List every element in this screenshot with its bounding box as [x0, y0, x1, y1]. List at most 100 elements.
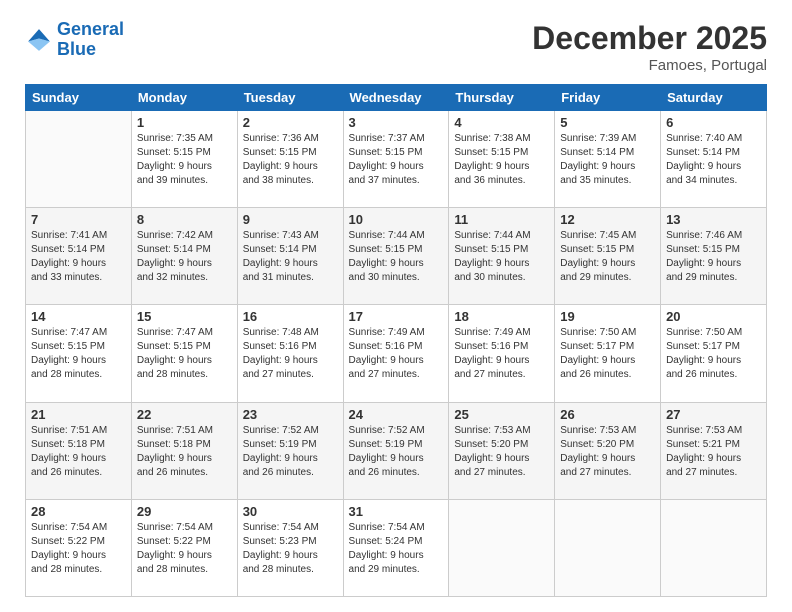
day-info: Sunrise: 7:43 AM Sunset: 5:14 PM Dayligh…	[243, 229, 338, 285]
calendar-cell: 31 Sunrise: 7:54 AM Sunset: 5:24 PM Dayli…	[343, 499, 449, 596]
calendar-cell: 17Sunrise: 7:49 AM Sunset: 5:16 PM Dayli…	[343, 305, 449, 402]
calendar-cell: 8Sunrise: 7:42 AM Sunset: 5:14 PM Daylig…	[131, 208, 237, 305]
day-info: Sunrise: 7:50 AM Sunset: 5:17 PM Dayligh…	[560, 326, 655, 382]
day-number: 29	[137, 504, 232, 519]
header: General Blue December 2025 Famoes, Portu…	[25, 20, 767, 74]
calendar-header-cell: Thursday	[449, 85, 555, 111]
calendar-header-cell: Friday	[555, 85, 661, 111]
calendar-cell: 16Sunrise: 7:48 AM Sunset: 5:16 PM Dayli…	[237, 305, 343, 402]
calendar-table: SundayMondayTuesdayWednesdayThursdayFrid…	[25, 84, 767, 597]
day-number: 28	[31, 504, 126, 519]
day-number: 30	[243, 504, 338, 519]
logo-text: General Blue	[57, 20, 124, 60]
title-block: December 2025 Famoes, Portugal	[532, 20, 767, 74]
day-number: 27	[666, 407, 761, 422]
calendar-cell: 18Sunrise: 7:49 AM Sunset: 5:16 PM Dayli…	[449, 305, 555, 402]
day-number: 31	[349, 504, 444, 519]
day-info: Sunrise: 7:53 AM Sunset: 5:20 PM Dayligh…	[454, 424, 549, 480]
calendar-row: 14 Sunrise: 7:47 AM Sunset: 5:15 PM Dayli…	[26, 305, 767, 402]
calendar-cell: 13 Sunrise: 7:46 AM Sunset: 5:15 PM Dayli…	[661, 208, 767, 305]
logo-line2: Blue	[57, 39, 96, 59]
calendar-cell: 10Sunrise: 7:44 AM Sunset: 5:15 PM Dayli…	[343, 208, 449, 305]
calendar-cell: 27 Sunrise: 7:53 AM Sunset: 5:21 PM Dayli…	[661, 402, 767, 499]
calendar-cell: 2 Sunrise: 7:36 AM Sunset: 5:15 PM Daylig…	[237, 111, 343, 208]
day-info: Sunrise: 7:54 AM Sunset: 5:22 PM Dayligh…	[31, 521, 126, 577]
day-number: 7	[31, 212, 126, 227]
day-info: Sunrise: 7:50 AM Sunset: 5:17 PM Dayligh…	[666, 326, 761, 382]
calendar-cell: 28 Sunrise: 7:54 AM Sunset: 5:22 PM Dayli…	[26, 499, 132, 596]
day-info: Sunrise: 7:38 AM Sunset: 5:15 PM Dayligh…	[454, 132, 549, 188]
day-number: 19	[560, 309, 655, 324]
day-info: Sunrise: 7:37 AM Sunset: 5:15 PM Dayligh…	[349, 132, 444, 188]
calendar-cell: 11 Sunrise: 7:44 AM Sunset: 5:15 PM Dayli…	[449, 208, 555, 305]
calendar-cell: 20Sunrise: 7:50 AM Sunset: 5:17 PM Dayli…	[661, 305, 767, 402]
calendar-cell: 19 Sunrise: 7:50 AM Sunset: 5:17 PM Dayli…	[555, 305, 661, 402]
calendar-cell	[26, 111, 132, 208]
day-number: 11	[454, 212, 549, 227]
day-info: Sunrise: 7:46 AM Sunset: 5:15 PM Dayligh…	[666, 229, 761, 285]
day-info: Sunrise: 7:39 AM Sunset: 5:14 PM Dayligh…	[560, 132, 655, 188]
calendar-header-cell: Sunday	[26, 85, 132, 111]
calendar-row: 28 Sunrise: 7:54 AM Sunset: 5:22 PM Dayli…	[26, 499, 767, 596]
calendar-cell: 1 Sunrise: 7:35 AM Sunset: 5:15 PM Daylig…	[131, 111, 237, 208]
day-number: 4	[454, 115, 549, 130]
calendar-cell: 6Sunrise: 7:40 AM Sunset: 5:14 PM Daylig…	[661, 111, 767, 208]
day-number: 18	[454, 309, 549, 324]
day-info: Sunrise: 7:48 AM Sunset: 5:16 PM Dayligh…	[243, 326, 338, 382]
day-number: 10	[349, 212, 444, 227]
calendar-cell: 4 Sunrise: 7:38 AM Sunset: 5:15 PM Daylig…	[449, 111, 555, 208]
day-info: Sunrise: 7:53 AM Sunset: 5:20 PM Dayligh…	[560, 424, 655, 480]
calendar-cell: 7 Sunrise: 7:41 AM Sunset: 5:14 PM Daylig…	[26, 208, 132, 305]
logo-line1: General	[57, 19, 124, 39]
day-number: 21	[31, 407, 126, 422]
day-info: Sunrise: 7:47 AM Sunset: 5:15 PM Dayligh…	[137, 326, 232, 382]
calendar-cell: 26 Sunrise: 7:53 AM Sunset: 5:20 PM Dayli…	[555, 402, 661, 499]
calendar-cell: 30Sunrise: 7:54 AM Sunset: 5:23 PM Dayli…	[237, 499, 343, 596]
calendar-cell: 24Sunrise: 7:52 AM Sunset: 5:19 PM Dayli…	[343, 402, 449, 499]
day-info: Sunrise: 7:41 AM Sunset: 5:14 PM Dayligh…	[31, 229, 126, 285]
calendar-cell: 23 Sunrise: 7:52 AM Sunset: 5:19 PM Dayli…	[237, 402, 343, 499]
day-info: Sunrise: 7:52 AM Sunset: 5:19 PM Dayligh…	[243, 424, 338, 480]
day-number: 13	[666, 212, 761, 227]
day-number: 15	[137, 309, 232, 324]
day-info: Sunrise: 7:54 AM Sunset: 5:22 PM Dayligh…	[137, 521, 232, 577]
day-info: Sunrise: 7:53 AM Sunset: 5:21 PM Dayligh…	[666, 424, 761, 480]
day-number: 14	[31, 309, 126, 324]
day-info: Sunrise: 7:35 AM Sunset: 5:15 PM Dayligh…	[137, 132, 232, 188]
calendar-cell: 22Sunrise: 7:51 AM Sunset: 5:18 PM Dayli…	[131, 402, 237, 499]
calendar-row: 21 Sunrise: 7:51 AM Sunset: 5:18 PM Dayli…	[26, 402, 767, 499]
day-number: 6	[666, 115, 761, 130]
calendar-cell	[449, 499, 555, 596]
day-number: 26	[560, 407, 655, 422]
calendar-row: 1 Sunrise: 7:35 AM Sunset: 5:15 PM Daylig…	[26, 111, 767, 208]
logo-icon	[25, 26, 53, 54]
calendar-cell: 12Sunrise: 7:45 AM Sunset: 5:15 PM Dayli…	[555, 208, 661, 305]
calendar-cell: 14 Sunrise: 7:47 AM Sunset: 5:15 PM Dayli…	[26, 305, 132, 402]
day-info: Sunrise: 7:42 AM Sunset: 5:14 PM Dayligh…	[137, 229, 232, 285]
day-info: Sunrise: 7:51 AM Sunset: 5:18 PM Dayligh…	[31, 424, 126, 480]
day-info: Sunrise: 7:45 AM Sunset: 5:15 PM Dayligh…	[560, 229, 655, 285]
calendar-cell: 5 Sunrise: 7:39 AM Sunset: 5:14 PM Daylig…	[555, 111, 661, 208]
main-title: December 2025	[532, 20, 767, 57]
day-number: 25	[454, 407, 549, 422]
calendar-header-cell: Wednesday	[343, 85, 449, 111]
calendar-cell: 9Sunrise: 7:43 AM Sunset: 5:14 PM Daylig…	[237, 208, 343, 305]
calendar-header-cell: Monday	[131, 85, 237, 111]
day-number: 22	[137, 407, 232, 422]
day-number: 24	[349, 407, 444, 422]
day-info: Sunrise: 7:54 AM Sunset: 5:24 PM Dayligh…	[349, 521, 444, 577]
day-info: Sunrise: 7:47 AM Sunset: 5:15 PM Dayligh…	[31, 326, 126, 382]
day-number: 17	[349, 309, 444, 324]
calendar-cell	[661, 499, 767, 596]
day-number: 23	[243, 407, 338, 422]
day-number: 1	[137, 115, 232, 130]
subtitle: Famoes, Portugal	[532, 57, 767, 74]
calendar-header-row: SundayMondayTuesdayWednesdayThursdayFrid…	[26, 85, 767, 111]
calendar-header-cell: Saturday	[661, 85, 767, 111]
day-info: Sunrise: 7:36 AM Sunset: 5:15 PM Dayligh…	[243, 132, 338, 188]
day-number: 5	[560, 115, 655, 130]
day-number: 2	[243, 115, 338, 130]
page: General Blue December 2025 Famoes, Portu…	[0, 0, 792, 612]
day-info: Sunrise: 7:44 AM Sunset: 5:15 PM Dayligh…	[454, 229, 549, 285]
calendar-cell: 25 Sunrise: 7:53 AM Sunset: 5:20 PM Dayli…	[449, 402, 555, 499]
